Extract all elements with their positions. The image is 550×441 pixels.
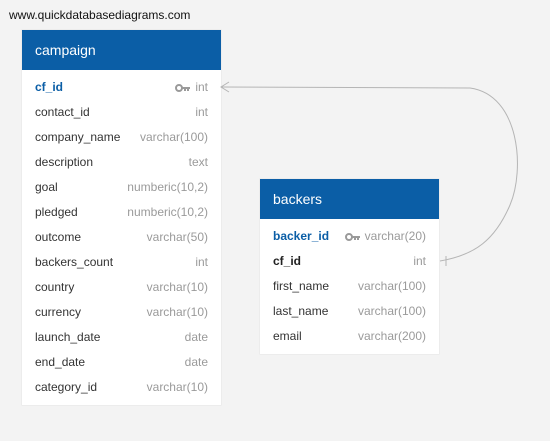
relationship-links bbox=[220, 81, 518, 266]
relationship-line[interactable] bbox=[220, 86, 518, 262]
